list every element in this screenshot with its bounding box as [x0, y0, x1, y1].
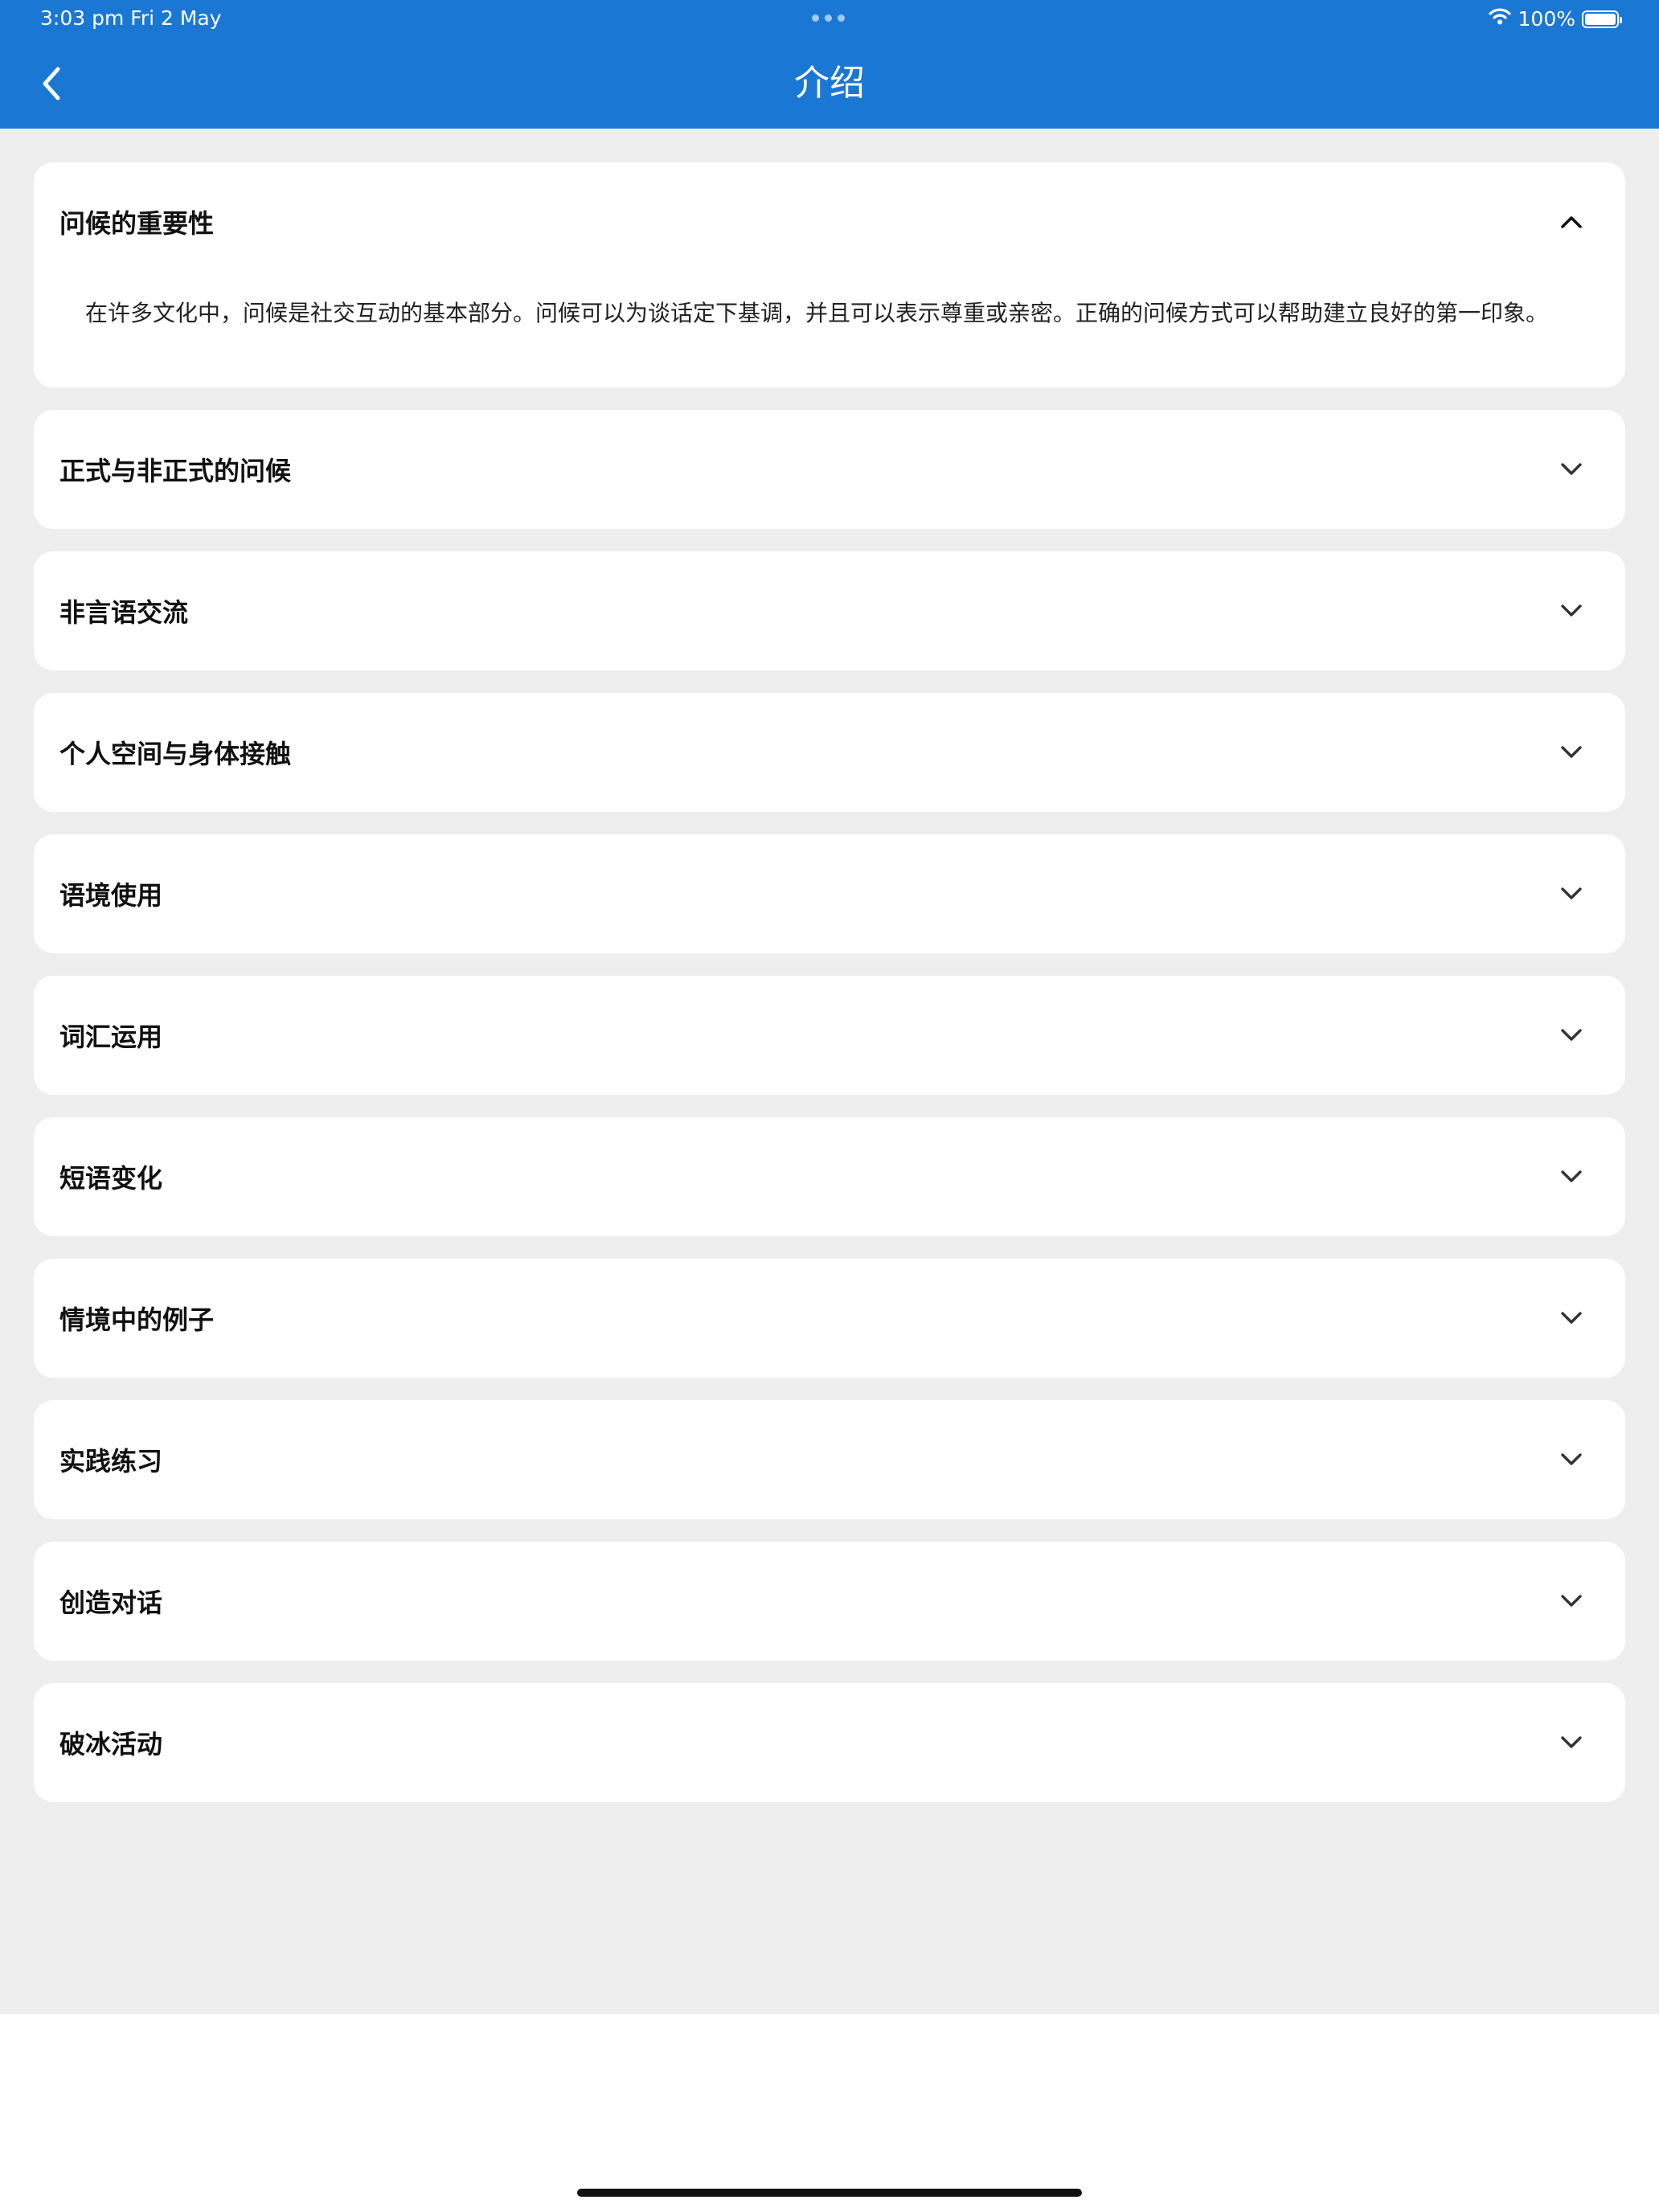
section-content: 在许多文化中，问候是社交互动的基本部分。问候可以为谈话定下基调，并且可以表示尊重… — [85, 300, 1549, 326]
accordion-card: 个人空间与身体接触 — [34, 693, 1625, 812]
section-title: 问候的重要性 — [59, 208, 215, 239]
wifi-icon — [1488, 6, 1512, 31]
section-title: 个人空间与身体接触 — [59, 739, 292, 769]
chevron-down-icon[interactable] — [1559, 599, 1583, 623]
accordion-card: 词汇运用 — [34, 976, 1625, 1095]
accordion-header[interactable]: 创造对话 — [34, 1542, 1625, 1661]
accordion-header[interactable]: 非言语交流 — [34, 551, 1625, 670]
section-title: 实践练习 — [59, 1446, 163, 1477]
accordion-header[interactable]: 实践练习 — [34, 1400, 1625, 1519]
screen: 3:03 pm Fri 2 May 100% 介绍 问候的重要性 在许多文化中，… — [0, 0, 1659, 2212]
accordion-card: 问候的重要性在许多文化中，问候是社交互动的基本部分。问候可以为谈话定下基调，并且… — [34, 162, 1625, 387]
page-title: 介绍 — [794, 63, 865, 104]
chevron-down-icon[interactable] — [1559, 1448, 1583, 1472]
accordion-card: 实践练习 — [34, 1400, 1625, 1519]
accordion-header[interactable]: 正式与非正式的问候 — [34, 410, 1625, 529]
status-right: 100% — [1488, 6, 1622, 31]
app-header: 3:03 pm Fri 2 May 100% 介绍 — [0, 0, 1659, 129]
section-title: 情境中的例子 — [59, 1305, 215, 1335]
accordion-card: 创造对话 — [34, 1542, 1625, 1661]
content-area: 问候的重要性在许多文化中，问候是社交互动的基本部分。问候可以为谈话定下基调，并且… — [0, 129, 1659, 2014]
accordion-header[interactable]: 短语变化 — [34, 1117, 1625, 1236]
accordion-card: 短语变化 — [34, 1117, 1625, 1236]
section-title: 破冰活动 — [59, 1729, 163, 1759]
status-time: 3:03 pm Fri 2 May — [40, 6, 222, 30]
chevron-down-icon[interactable] — [1559, 1589, 1583, 1613]
multitasking-dots-icon[interactable] — [812, 14, 845, 22]
battery-icon — [1582, 10, 1622, 28]
accordion-card: 情境中的例子 — [34, 1259, 1625, 1378]
chevron-down-icon[interactable] — [1559, 740, 1583, 764]
section-title: 非言语交流 — [59, 597, 189, 628]
accordion-header[interactable]: 破冰活动 — [34, 1683, 1625, 1802]
chevron-down-icon[interactable] — [1559, 1731, 1583, 1755]
accordion-card: 正式与非正式的问候 — [34, 410, 1625, 529]
section-title: 正式与非正式的问候 — [59, 456, 292, 486]
accordion-card: 破冰活动 — [34, 1683, 1625, 1802]
chevron-down-icon[interactable] — [1559, 1306, 1583, 1330]
chevron-down-icon[interactable] — [1559, 457, 1583, 481]
accordion-card: 语境使用 — [34, 834, 1625, 953]
chevron-up-icon[interactable] — [1559, 210, 1583, 234]
accordion-header[interactable]: 词汇运用 — [34, 976, 1625, 1095]
battery-percentage: 100% — [1518, 6, 1575, 31]
chevron-down-icon[interactable] — [1559, 1165, 1583, 1189]
home-indicator[interactable] — [577, 2189, 1082, 2197]
accordion-header[interactable]: 语境使用 — [34, 834, 1625, 953]
section-title: 语境使用 — [59, 880, 163, 911]
chevron-down-icon[interactable] — [1559, 882, 1583, 906]
section-title: 短语变化 — [59, 1163, 163, 1194]
accordion-header[interactable]: 问候的重要性 — [34, 162, 1625, 281]
accordion-header[interactable]: 情境中的例子 — [34, 1259, 1625, 1378]
section-title: 词汇运用 — [59, 1022, 163, 1052]
accordion-header[interactable]: 个人空间与身体接触 — [34, 693, 1625, 812]
accordion-list: 问候的重要性在许多文化中，问候是社交互动的基本部分。问候可以为谈话定下基调，并且… — [34, 162, 1625, 1802]
accordion-card: 非言语交流 — [34, 551, 1625, 670]
section-title: 创造对话 — [59, 1587, 163, 1618]
chevron-down-icon[interactable] — [1559, 1023, 1583, 1047]
